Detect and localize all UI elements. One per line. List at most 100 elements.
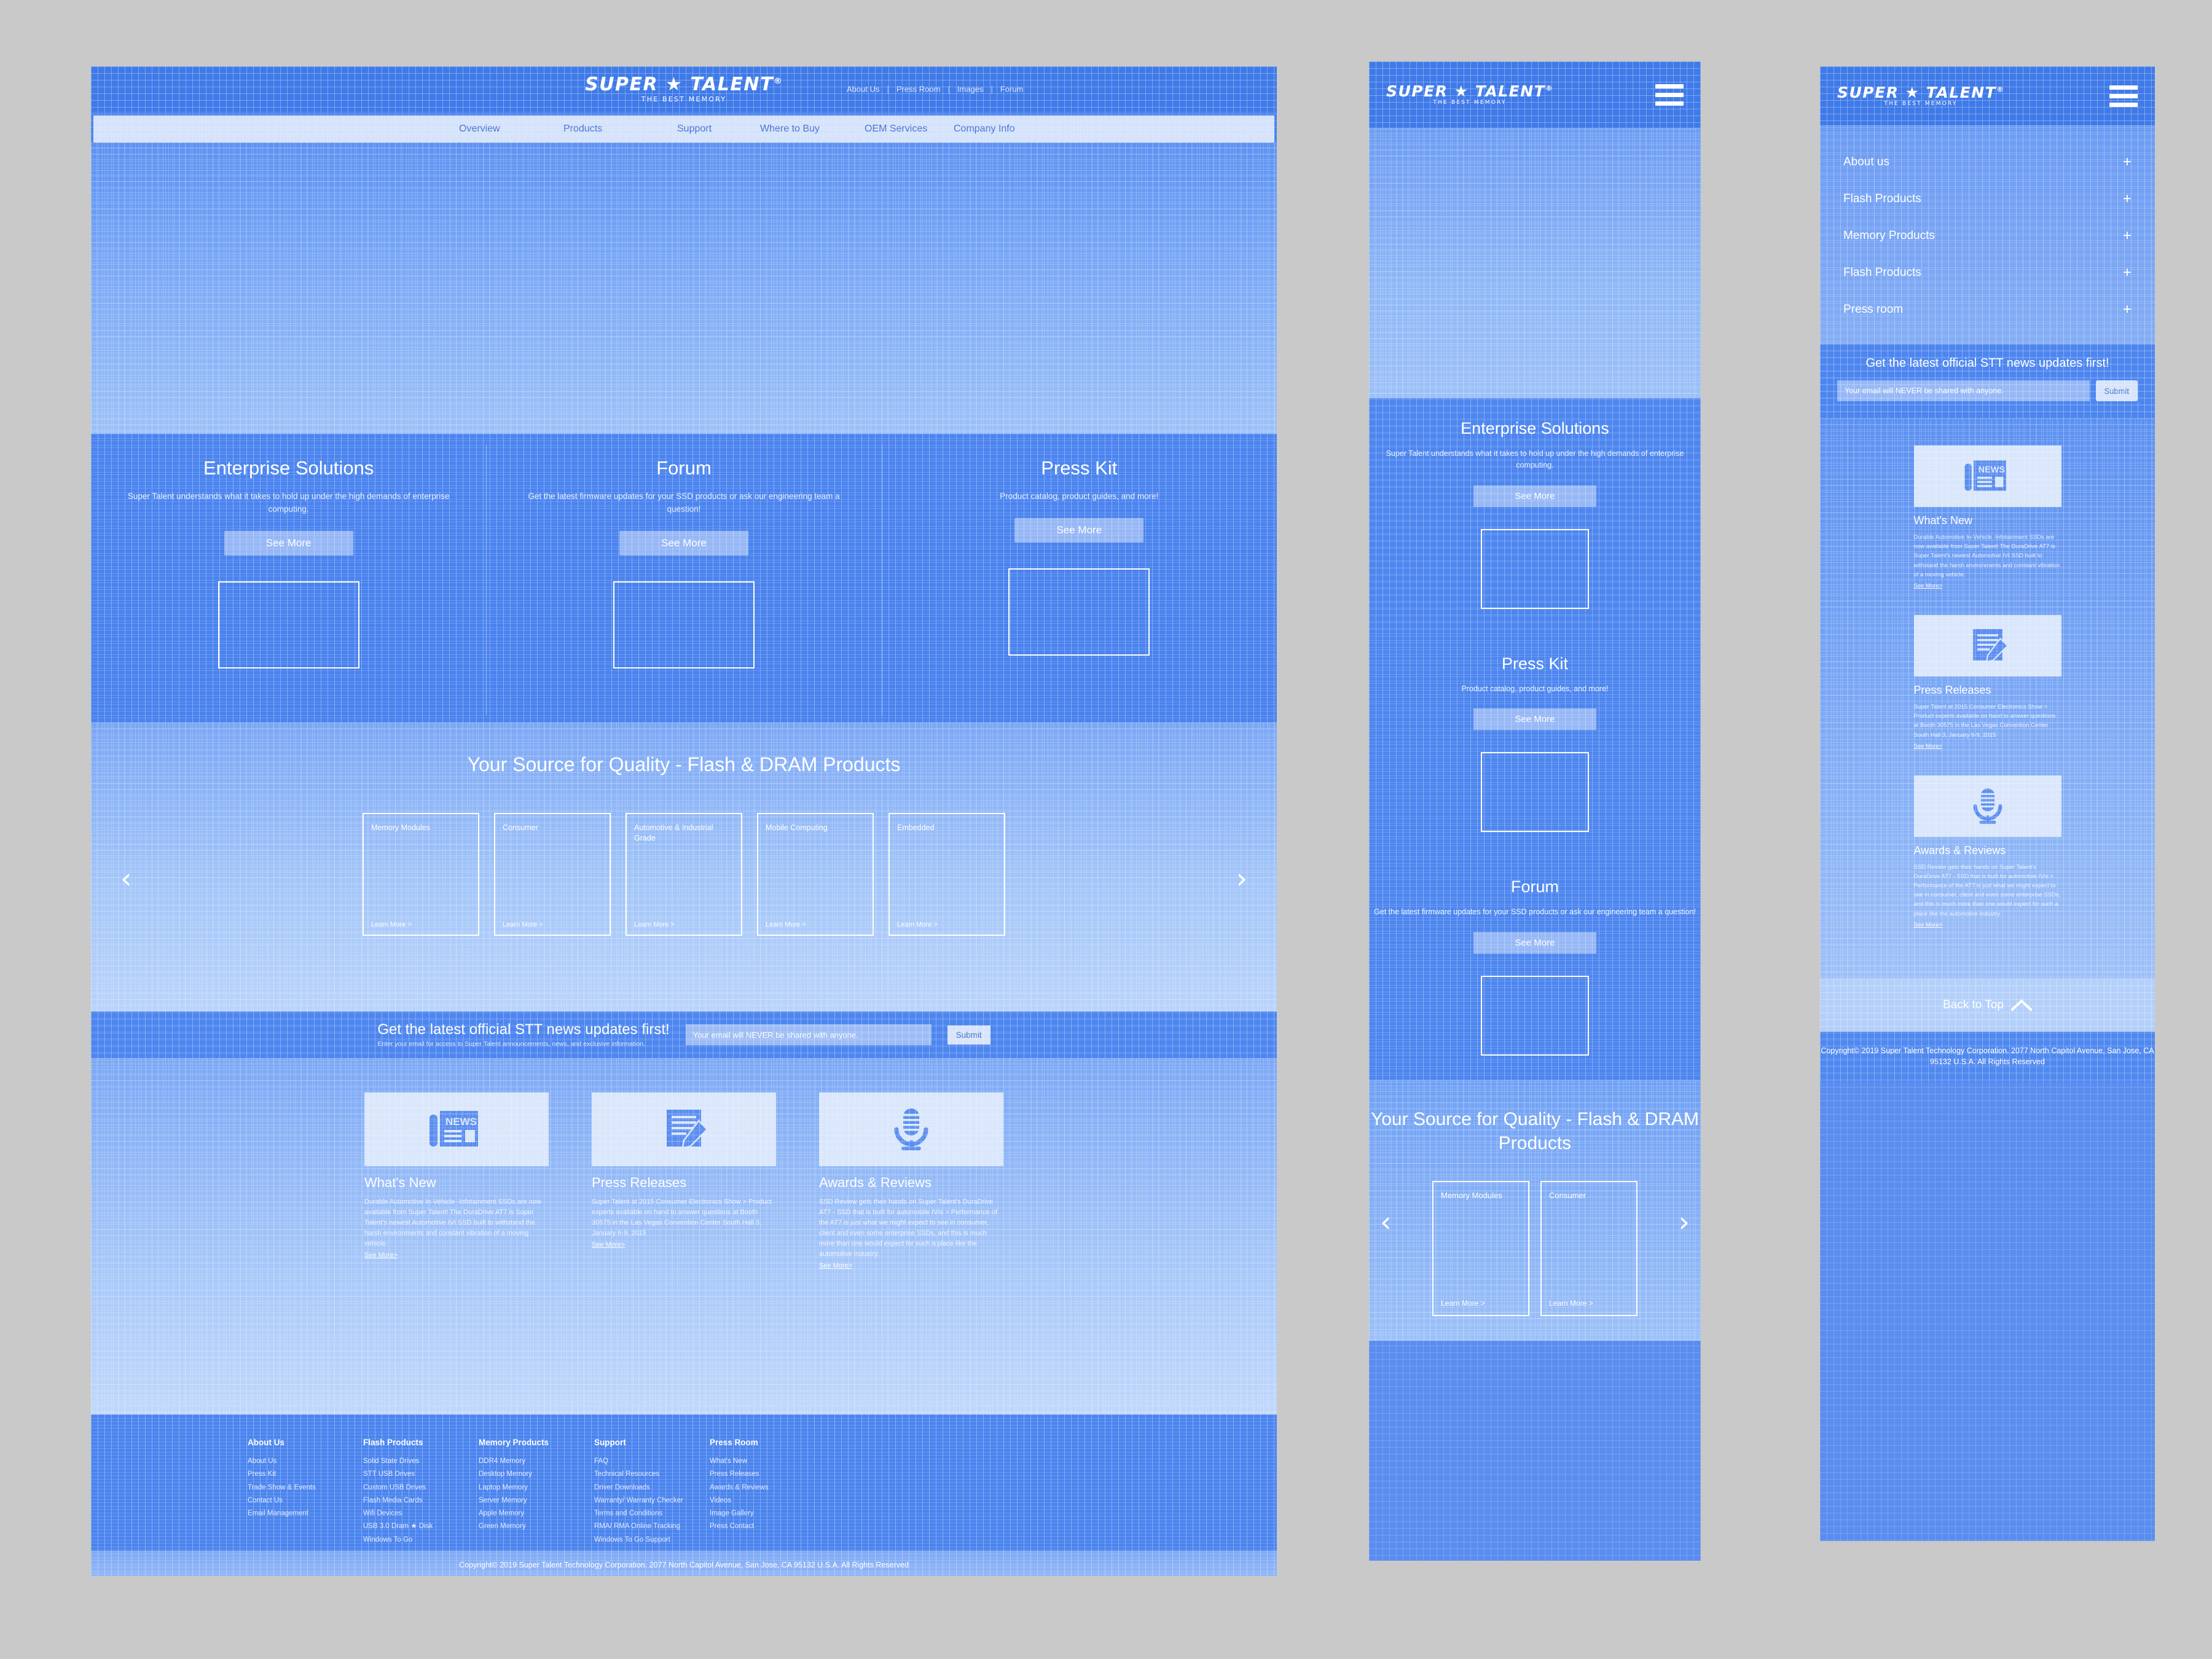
news-card-see-more-link[interactable]: See More>	[1914, 743, 1943, 750]
news-card-see-more-link[interactable]: See More>	[1914, 582, 1943, 589]
see-more-button-forum[interactable]: See More	[1473, 931, 1596, 954]
product-card[interactable]: Mobile Computing Learn More >	[757, 813, 874, 936]
learn-more-link[interactable]: Learn More >	[503, 921, 543, 928]
footer-link[interactable]: Warranty/ Warranty Checker	[594, 1494, 710, 1507]
news-card-awards-reviews[interactable]: Awards & Reviews SSD Review gets their h…	[1913, 775, 2061, 930]
footer-link[interactable]: RMA/ RMA Online Tracking	[594, 1520, 710, 1533]
carousel-next-arrow[interactable]: ›	[1236, 864, 1247, 892]
footer-link[interactable]: Flash Media Cards	[363, 1494, 479, 1507]
menu-item-flash-products-secondary[interactable]: Flash Products +	[1820, 254, 2155, 291]
footer-link[interactable]: Solid State Drives	[363, 1455, 479, 1468]
see-more-button-enterprise[interactable]: See More	[224, 530, 353, 555]
see-more-button-press-kit[interactable]: See More	[1014, 517, 1144, 543]
utility-link-about-us[interactable]: About Us	[847, 85, 879, 94]
carousel-next-arrow[interactable]: ›	[1679, 1207, 1690, 1236]
menu-item-memory-products[interactable]: Memory Products +	[1820, 218, 2155, 254]
footer-link[interactable]: Desktop Memory	[479, 1468, 594, 1481]
footer-link[interactable]: Windows To Go Support	[594, 1534, 710, 1547]
footer-link[interactable]: Windows To Go	[363, 1534, 479, 1547]
product-card[interactable]: Consumer Learn More >	[1540, 1180, 1637, 1316]
footer-link[interactable]: Custom USB Drives	[363, 1481, 479, 1494]
news-card-whats-new[interactable]: NEWS What's New Durable Automotive In-Ve…	[364, 1092, 549, 1414]
footer-link[interactable]: Server Memory	[479, 1494, 594, 1507]
footer-link[interactable]: DDR4 Memory	[479, 1455, 594, 1468]
menu-item-about-us[interactable]: About us +	[1820, 144, 2155, 181]
footer-link[interactable]: Videos	[710, 1494, 825, 1507]
footer-link[interactable]: Email Management	[248, 1507, 363, 1520]
nav-item-oem-services[interactable]: OEM Services	[865, 124, 927, 135]
news-card-see-more-link[interactable]: See More>	[592, 1241, 625, 1249]
footer-link[interactable]: Awards & Reviews	[710, 1481, 825, 1494]
nav-item-company-info[interactable]: Company Info	[954, 124, 1015, 135]
news-card-press-releases[interactable]: Press Releases Super Talent at 2015 Cons…	[1913, 614, 2061, 751]
learn-more-link[interactable]: Learn More >	[897, 921, 938, 928]
nav-item-support[interactable]: Support	[677, 124, 712, 135]
hamburger-menu-icon[interactable]	[2109, 85, 2138, 107]
footer-link[interactable]: Green Memory	[479, 1520, 594, 1533]
footer-link[interactable]: STT USB Drives	[363, 1468, 479, 1481]
news-card-see-more-link[interactable]: See More>	[819, 1262, 852, 1269]
footer-link[interactable]: Press Contact	[710, 1520, 825, 1533]
utility-link-press-room[interactable]: Press Room	[896, 85, 941, 94]
news-card-press-releases[interactable]: Press Releases Super Talent at 2015 Cons…	[592, 1092, 776, 1414]
expand-plus-icon[interactable]: +	[2123, 155, 2132, 170]
expand-plus-icon[interactable]: +	[2123, 192, 2132, 206]
footer-link[interactable]: USB 3.0 Dram ★ Disk	[363, 1520, 479, 1533]
newsletter-email-input[interactable]	[1837, 380, 2090, 401]
site-logo[interactable]: SUPER ★ TALENT® THE BEST MEMORY	[1837, 85, 2004, 107]
see-more-button-press-kit[interactable]: See More	[1473, 708, 1596, 731]
see-more-button-forum[interactable]: See More	[619, 530, 748, 555]
product-card[interactable]: Memory Modules Learn More >	[363, 813, 479, 936]
footer-link[interactable]: Press Kit	[248, 1468, 363, 1481]
site-logo[interactable]: SUPER ★ TALENT® THE BEST MEMORY	[585, 76, 783, 103]
back-to-top-button[interactable]: Back to Top	[1820, 978, 2155, 1032]
product-card[interactable]: Memory Modules Learn More >	[1432, 1180, 1529, 1316]
footer-link[interactable]: Contact Us	[248, 1494, 363, 1507]
footer-link[interactable]: Laptop Memory	[479, 1481, 594, 1494]
expand-plus-icon[interactable]: +	[2123, 229, 2132, 243]
expand-plus-icon[interactable]: +	[2123, 265, 2132, 280]
footer-link[interactable]: What's New	[710, 1455, 825, 1468]
learn-more-link[interactable]: Learn More >	[1549, 1299, 1593, 1308]
newsletter-headline: Get the latest official STT news updates…	[1865, 356, 2109, 370]
menu-item-press-room[interactable]: Press room +	[1820, 291, 2155, 328]
product-card[interactable]: Automotive & Industrial Grade Learn More…	[626, 813, 742, 936]
footer-link[interactable]: Press Releases	[710, 1468, 825, 1481]
nav-item-products[interactable]: Products	[563, 124, 602, 135]
see-more-button-enterprise[interactable]: See More	[1473, 485, 1596, 507]
nav-item-where-to-buy[interactable]: Where to Buy	[760, 124, 820, 135]
menu-item-flash-products[interactable]: Flash Products +	[1820, 181, 2155, 218]
menu-item-label: Flash Products	[1843, 266, 1921, 279]
footer-link[interactable]: Image Gallery	[710, 1507, 825, 1520]
nav-item-overview[interactable]: Overview	[459, 124, 500, 135]
newsletter-email-input[interactable]	[685, 1024, 931, 1045]
learn-more-link[interactable]: Learn More >	[766, 921, 806, 928]
utility-link-forum[interactable]: Forum	[1000, 85, 1024, 94]
footer-link[interactable]: Apple Memory	[479, 1507, 594, 1520]
newsletter-submit-button[interactable]: Submit	[2095, 380, 2138, 401]
footer-link[interactable]: Technical Resources	[594, 1468, 710, 1481]
newsletter-submit-button[interactable]: Submit	[947, 1025, 990, 1045]
footer-link[interactable]: FAQ	[594, 1455, 710, 1468]
news-card-awards-reviews[interactable]: Awards & Reviews SSD Review gets their h…	[819, 1092, 1003, 1414]
site-logo[interactable]: SUPER ★ TALENT® THE BEST MEMORY	[1386, 84, 1553, 106]
carousel-prev-arrow[interactable]: ‹	[1380, 1207, 1391, 1236]
footer-link[interactable]: Driver Downloads	[594, 1481, 710, 1494]
hamburger-menu-icon[interactable]	[1655, 84, 1684, 106]
learn-more-link[interactable]: Learn More >	[634, 921, 675, 928]
product-card[interactable]: Embedded Learn More >	[888, 813, 1005, 936]
product-card[interactable]: Consumer Learn More >	[494, 813, 611, 936]
learn-more-link[interactable]: Learn More >	[1441, 1299, 1485, 1308]
carousel-prev-arrow[interactable]: ‹	[120, 864, 131, 892]
news-card-see-more-link[interactable]: See More>	[1914, 922, 1943, 928]
footer-link[interactable]: About Us	[248, 1455, 363, 1468]
image-placeholder	[1481, 975, 1589, 1056]
footer-link[interactable]: Terms and Conditions	[594, 1507, 710, 1520]
news-card-see-more-link[interactable]: See More>	[364, 1252, 398, 1259]
expand-plus-icon[interactable]: +	[2123, 302, 2132, 317]
utility-link-images[interactable]: Images	[957, 85, 984, 94]
news-card-whats-new[interactable]: NEWS What's New Durable Automotive In-Ve…	[1913, 445, 2061, 590]
footer-link[interactable]: Wifi Devices	[363, 1507, 479, 1520]
footer-link[interactable]: Trade Show & Events	[248, 1481, 363, 1494]
learn-more-link[interactable]: Learn More >	[371, 921, 412, 928]
